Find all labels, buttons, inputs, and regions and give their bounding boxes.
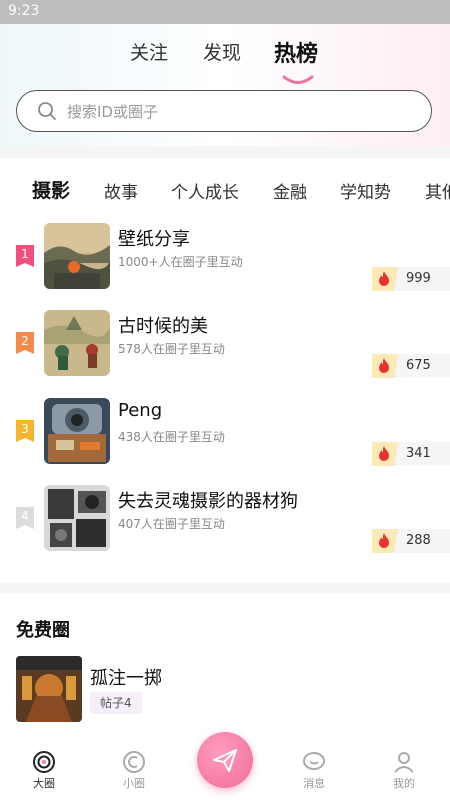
circle-member-count: 438人在圈子里互动: [118, 430, 225, 444]
ranking-row[interactable]: 4 失去灵魂摄影的器材狗 407人在圈子里互动 288: [0, 483, 450, 561]
heat-score: 288: [372, 529, 450, 553]
heat-score: 999: [372, 267, 450, 291]
circle-name: 古时候的美: [118, 316, 208, 337]
nav-small-circle[interactable]: 小圈: [104, 750, 164, 791]
heat-value: 999: [406, 271, 431, 286]
circle-thumbnail: [44, 223, 110, 289]
message-icon: [303, 752, 325, 770]
free-section-title: 免费圈: [16, 620, 70, 641]
nav-label: 消息: [303, 777, 325, 790]
search-icon: [38, 102, 56, 120]
free-circle-item[interactable]: 孤注一掷 帖子4: [0, 656, 450, 726]
category-photography[interactable]: 摄影: [32, 176, 70, 203]
profile-icon: [394, 752, 414, 773]
ranking-row[interactable]: 2 古时候的美 578人在圈子里互动 675: [0, 308, 450, 386]
active-tab-indicator: [282, 75, 314, 84]
paper-plane-icon: [213, 749, 237, 772]
category-personal-growth[interactable]: 个人成长: [171, 178, 239, 203]
nav-label: 小圈: [123, 777, 145, 790]
rank-badge: 4: [16, 507, 34, 529]
circle-name: 壁纸分享: [118, 229, 190, 250]
fire-icon: [379, 533, 389, 548]
circle-thumbnail: [44, 398, 110, 464]
nav-big-circle[interactable]: 大圈: [14, 750, 74, 791]
circle-name: 失去灵魂摄影的器材狗: [118, 491, 298, 512]
status-time: 9:23: [8, 3, 40, 19]
circle-name: 孤注一掷: [90, 668, 162, 689]
heat-value: 675: [406, 358, 431, 373]
ranking-row[interactable]: 3 Peng 438人在圈子里互动 341: [0, 396, 450, 474]
top-tabs: 关注 发现 热榜: [0, 36, 450, 84]
fire-icon: [379, 358, 389, 373]
circle-member-count: 578人在圈子里互动: [118, 342, 225, 356]
heat-value: 288: [406, 533, 431, 548]
category-other[interactable]: 其他: [425, 178, 450, 203]
circle-thumbnail: [16, 656, 82, 722]
category-knowledge[interactable]: 学知势: [340, 178, 391, 203]
header: 关注 发现 热榜 搜索ID或圈子: [0, 24, 450, 146]
fire-icon: [379, 446, 389, 461]
big-circle-icon: [33, 751, 55, 773]
circle-member-count: 407人在圈子里互动: [118, 517, 225, 531]
circle-thumbnail: [44, 310, 110, 376]
circle-thumbnail: [44, 485, 110, 551]
search-placeholder: 搜索ID或圈子: [67, 103, 158, 121]
category-stories[interactable]: 故事: [104, 178, 138, 203]
post-count-badge: 帖子4: [90, 692, 142, 714]
tab-follow[interactable]: 关注: [130, 38, 168, 65]
tab-discover[interactable]: 发现: [203, 38, 241, 65]
nav-label: 大圈: [33, 777, 55, 790]
category-finance[interactable]: 金融: [273, 178, 307, 203]
status-bar: 9:23: [0, 0, 450, 24]
rank-badge: 1: [16, 245, 34, 267]
publish-button[interactable]: [197, 732, 253, 788]
tab-hot-list[interactable]: 热榜: [274, 36, 318, 68]
heat-value: 341: [406, 446, 431, 461]
rank-badge: 3: [16, 420, 34, 442]
nav-messages[interactable]: 消息: [284, 750, 344, 791]
category-tabs: 摄影 故事 个人成长 金融 学知势 其他: [0, 158, 450, 218]
heat-score: 675: [372, 354, 450, 378]
heat-score: 341: [372, 442, 450, 466]
rank-badge: 2: [16, 332, 34, 354]
small-circle-icon: [123, 751, 145, 773]
search-input[interactable]: 搜索ID或圈子: [16, 90, 432, 132]
section-divider: [0, 146, 450, 158]
circle-name: Peng: [118, 400, 163, 421]
circle-member-count: 1000+人在圈子里互动: [118, 255, 243, 269]
nav-profile[interactable]: 我的: [374, 750, 434, 791]
fire-icon: [379, 271, 389, 286]
nav-label: 我的: [393, 777, 415, 790]
bottom-navigation: 大圈 小圈 消息 我的: [0, 730, 450, 800]
section-divider: [0, 582, 450, 594]
ranking-row[interactable]: 1 壁纸分享 1000+人在圈子里互动 999: [0, 221, 450, 299]
